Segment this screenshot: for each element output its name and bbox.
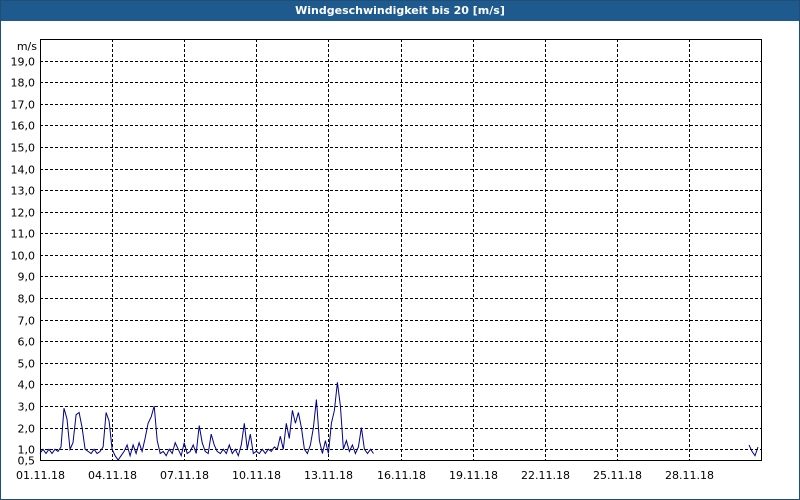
- y-tick-label: 1,0: [18, 444, 36, 457]
- y-tick-label: 5,0: [18, 358, 36, 371]
- wind-speed-series-1: [39, 382, 374, 461]
- x-tick-label: 16.11.18: [377, 469, 426, 482]
- y-tick-label: 8,0: [18, 293, 36, 306]
- y-tick-label: 13,0: [11, 185, 36, 198]
- x-tick-label: 22.11.18: [521, 469, 570, 482]
- y-tick-label: 16,0: [11, 120, 36, 133]
- y-tick-label: 3,0: [18, 401, 36, 414]
- y-tick-label: 12,0: [11, 207, 36, 220]
- x-tick-label: 10.11.18: [232, 469, 281, 482]
- wind-speed-chart: 0,51,02,03,04,05,06,07,08,09,010,011,012…: [11, 39, 762, 482]
- y-tick-label: 6,0: [18, 336, 36, 349]
- x-tick-label: 01.11.18: [16, 469, 65, 482]
- x-tick-label: 19.11.18: [449, 469, 498, 482]
- y-tick-label: 2,0: [18, 423, 36, 436]
- y-axis-unit-label: m/s: [17, 40, 37, 53]
- y-tick-label: 11,0: [11, 228, 36, 241]
- x-tick-label: 25.11.18: [593, 469, 642, 482]
- x-tick-label: 07.11.18: [160, 469, 209, 482]
- y-tick-label: 10,0: [11, 250, 36, 263]
- y-tick-label: 19,0: [11, 56, 36, 69]
- x-tick-label: 28.11.18: [665, 469, 714, 482]
- y-tick-label: 4,0: [18, 379, 36, 392]
- x-tick-label: 04.11.18: [88, 469, 137, 482]
- wind-speed-series-2: [748, 444, 759, 457]
- x-tick-label: 13.11.18: [304, 469, 353, 482]
- y-tick-label: 18,0: [11, 77, 36, 90]
- y-tick-label: 17,0: [11, 99, 36, 112]
- y-tick-label: 9,0: [18, 271, 36, 284]
- y-tick-label: 15,0: [11, 142, 36, 155]
- y-tick-label: 14,0: [11, 164, 36, 177]
- y-tick-label: 7,0: [18, 315, 36, 328]
